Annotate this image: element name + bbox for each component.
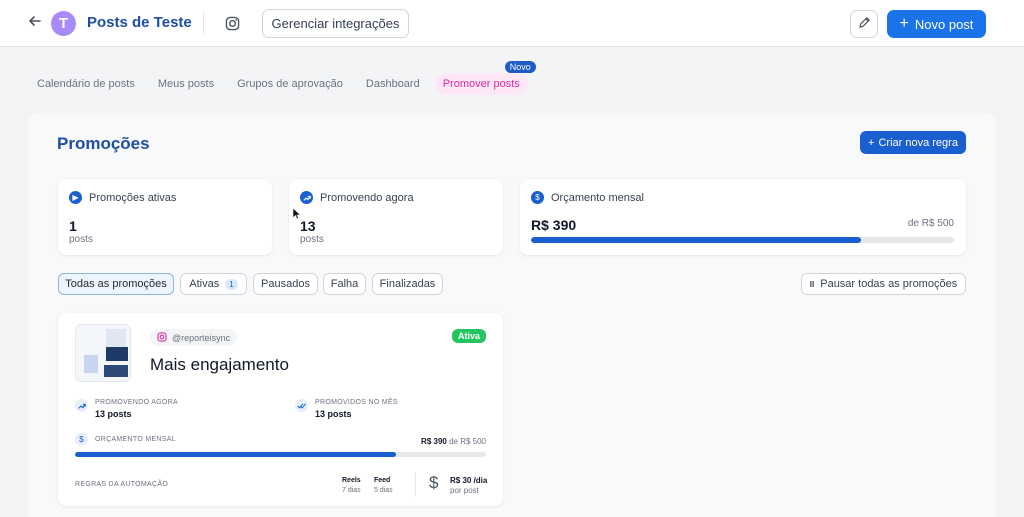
nav-tabs: Calendário de posts Meus posts Grupos de… bbox=[37, 61, 551, 95]
promoting-value: 13 posts bbox=[95, 409, 132, 419]
tab-calendar[interactable]: Calendário de posts bbox=[37, 78, 135, 90]
dollar-sign-icon: $ bbox=[429, 473, 439, 492]
tab-promote-posts[interactable]: Promover posts Novo bbox=[434, 61, 536, 95]
pause-icon: II bbox=[809, 279, 815, 289]
instagram-icon bbox=[157, 329, 167, 347]
stat-card-promoting: Promovendo agora 13 posts bbox=[289, 179, 503, 255]
trending-up-icon bbox=[300, 191, 313, 204]
rules-label: Regras da automação bbox=[75, 481, 169, 488]
top-bar: T Posts de Teste Gerenciar integrações +… bbox=[0, 0, 1024, 47]
status-badge: Ativa bbox=[451, 329, 486, 343]
create-rule-label: Criar nova regra bbox=[878, 136, 958, 149]
avatar: T bbox=[51, 11, 76, 36]
page-title: Posts de Teste bbox=[87, 14, 192, 31]
new-post-button[interactable]: + Novo post bbox=[887, 10, 986, 38]
stat-label: Promoções ativas bbox=[89, 191, 177, 204]
instagram-icon[interactable] bbox=[221, 12, 244, 35]
budget-limit: de R$ 500 bbox=[907, 218, 954, 229]
filter-finished[interactable]: Finalizadas bbox=[372, 273, 443, 295]
budget-progress-track bbox=[531, 237, 954, 243]
card-budget-value: R$ 390 bbox=[421, 437, 447, 446]
post-thumbnail bbox=[75, 324, 131, 382]
stat-card-active: ▶ Promoções ativas 1 posts bbox=[58, 179, 272, 255]
price-sub: por post bbox=[450, 486, 479, 495]
promoted-label: Promovidos no mês bbox=[315, 399, 398, 406]
filter-paused[interactable]: Pausados bbox=[253, 273, 318, 295]
promoted-value: 13 posts bbox=[315, 409, 352, 419]
price-value: R$ 30 /dia bbox=[450, 476, 488, 485]
pause-all-label: Pausar todas as promoções bbox=[820, 278, 958, 290]
mouse-cursor-icon bbox=[292, 207, 302, 225]
double-check-icon bbox=[295, 399, 308, 412]
trending-up-icon bbox=[75, 399, 88, 412]
stat-value: 1 bbox=[69, 218, 77, 234]
card-budget-track bbox=[75, 452, 486, 457]
account-chip: @reporteisync bbox=[150, 329, 238, 347]
tab-my-posts[interactable]: Meus posts bbox=[158, 78, 214, 90]
filter-all[interactable]: Todas as promoções bbox=[58, 273, 174, 295]
filter-active[interactable]: Ativas 1 bbox=[180, 273, 247, 295]
filter-label: Pausados bbox=[261, 278, 310, 290]
card-budget-limit: de R$ 500 bbox=[449, 437, 486, 446]
promotion-title: Mais engajamento bbox=[150, 355, 289, 374]
tab-promote-posts-label: Promover posts bbox=[442, 78, 520, 90]
stat-label: Orçamento mensal bbox=[551, 191, 644, 204]
dollar-icon: $ bbox=[531, 191, 544, 204]
budget-value: R$ 390 bbox=[531, 217, 577, 233]
tab-approval-groups[interactable]: Grupos de aprovação bbox=[237, 78, 343, 90]
filter-count-badge: 1 bbox=[225, 278, 238, 290]
filter-label: Finalizadas bbox=[379, 278, 436, 290]
dollar-icon: $ bbox=[75, 433, 88, 446]
promotion-card[interactable]: @reporteisync Ativa Mais engajamento Pro… bbox=[58, 313, 503, 506]
stat-unit: posts bbox=[300, 234, 324, 245]
new-badge: Novo bbox=[504, 61, 536, 73]
edit-button[interactable] bbox=[850, 10, 878, 38]
pencil-icon bbox=[858, 16, 871, 32]
manage-integrations-button[interactable]: Gerenciar integrações bbox=[262, 9, 409, 38]
plus-icon: + bbox=[868, 136, 875, 149]
budget-label: Orçamento mensal bbox=[95, 436, 176, 443]
filter-failed[interactable]: Falha bbox=[323, 273, 366, 295]
account-handle: @reporteisync bbox=[172, 332, 231, 343]
play-icon: ▶ bbox=[69, 191, 82, 204]
stat-label: Promovendo agora bbox=[320, 191, 414, 204]
filter-label: Falha bbox=[330, 278, 359, 290]
divider bbox=[203, 12, 204, 35]
stat-unit: posts bbox=[69, 234, 93, 245]
back-arrow-icon[interactable] bbox=[26, 14, 44, 32]
pause-all-button[interactable]: II Pausar todas as promoções bbox=[801, 273, 966, 295]
plus-icon: + bbox=[899, 15, 909, 32]
filter-label: Ativas bbox=[189, 278, 220, 290]
tab-dashboard[interactable]: Dashboard bbox=[366, 78, 420, 90]
budget-progress-fill bbox=[531, 237, 861, 243]
reels-label: Reels bbox=[342, 477, 361, 484]
promoting-label: Promovendo agora bbox=[95, 399, 178, 406]
reels-days: 7 dias bbox=[342, 487, 361, 494]
feed-label: Feed bbox=[374, 477, 391, 484]
create-rule-button[interactable]: + Criar nova regra bbox=[860, 131, 966, 154]
stat-value: 13 bbox=[300, 218, 316, 234]
card-budget-fill bbox=[75, 452, 396, 457]
divider bbox=[415, 473, 416, 497]
feed-days: 5 dias bbox=[374, 487, 393, 494]
new-post-label: Novo post bbox=[914, 16, 974, 32]
stat-card-budget: $ Orçamento mensal R$ 390 de R$ 500 bbox=[520, 179, 966, 255]
filter-label: Todas as promoções bbox=[65, 278, 167, 290]
section-title: Promoções bbox=[57, 134, 150, 153]
